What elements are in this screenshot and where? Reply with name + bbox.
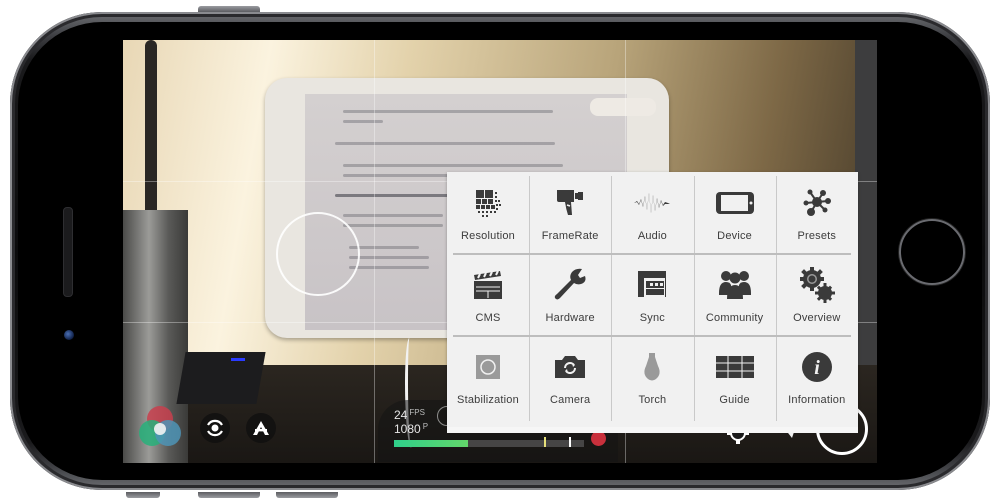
menu-tile-information[interactable]: i Information bbox=[776, 336, 858, 418]
menu-divider bbox=[775, 176, 777, 421]
sync-icon bbox=[611, 260, 693, 310]
menu-tile-camera[interactable]: Camera bbox=[529, 336, 611, 418]
menu-tile-cms[interactable]: CMS bbox=[447, 254, 529, 336]
gears-icon bbox=[776, 260, 858, 310]
frame-rate-unit: FPS bbox=[409, 408, 425, 417]
menu-divider bbox=[529, 176, 531, 421]
audio-peak-marker bbox=[544, 437, 546, 447]
frame-rate-readout: 24 FPS bbox=[394, 408, 425, 422]
earpiece-speaker bbox=[63, 207, 73, 297]
menu-tile-label: CMS bbox=[475, 312, 501, 324]
resolution-readout: 1080 P bbox=[394, 422, 428, 436]
auto-a-icon bbox=[253, 421, 269, 435]
menu-tile-label: Community bbox=[705, 312, 764, 324]
waveform-icon bbox=[611, 178, 693, 228]
menu-tile-label: FrameRate bbox=[541, 230, 599, 242]
device-icon bbox=[694, 178, 776, 228]
menu-tile-presets[interactable]: Presets bbox=[776, 172, 858, 254]
menu-tile-label: Torch bbox=[638, 394, 667, 406]
auto-mode-button[interactable] bbox=[246, 413, 276, 443]
menu-tile-guide[interactable]: Guide bbox=[694, 336, 776, 418]
movie-camera-icon bbox=[529, 178, 611, 228]
focus-reticle[interactable] bbox=[276, 212, 360, 296]
community-icon bbox=[694, 260, 776, 310]
menu-tile-label: Resolution bbox=[461, 230, 515, 242]
settings-menu: Resolution FrameRate Audio Device Presets … bbox=[447, 172, 858, 427]
menu-tile-label: Audio bbox=[637, 230, 667, 242]
menu-divider bbox=[453, 253, 851, 255]
background-ipad-clamp bbox=[590, 98, 656, 116]
resolution-icon bbox=[447, 178, 529, 228]
menu-divider bbox=[693, 176, 695, 421]
menu-tile-sync[interactable]: Sync bbox=[611, 254, 693, 336]
menu-tile-label: Presets bbox=[797, 230, 837, 242]
guide-grid-icon bbox=[694, 342, 776, 392]
menu-tile-stabilization[interactable]: Stabilization bbox=[447, 336, 529, 418]
camera-switch-icon bbox=[529, 342, 611, 392]
menu-tile-overview[interactable]: Overview bbox=[776, 254, 858, 336]
resolution-value: 1080 bbox=[394, 422, 421, 436]
menu-tile-community[interactable]: Community bbox=[694, 254, 776, 336]
mute-switch bbox=[126, 492, 160, 498]
camera-viewfinder[interactable]: 24 FPS 1080 P Resolution FrameRate Audio… bbox=[123, 40, 877, 463]
menu-tile-label: Camera bbox=[550, 394, 591, 406]
info-icon: i bbox=[776, 342, 858, 392]
presets-molecule-icon bbox=[776, 178, 858, 228]
menu-tile-resolution[interactable]: Resolution bbox=[447, 172, 529, 254]
color-wheel-icon[interactable] bbox=[136, 403, 184, 451]
clapperboard-icon bbox=[447, 260, 529, 310]
background-router bbox=[176, 352, 266, 404]
volume-down-button bbox=[276, 492, 338, 498]
menu-divider bbox=[611, 176, 613, 421]
background-led bbox=[231, 358, 245, 361]
guide-line-vertical bbox=[374, 40, 375, 463]
torch-bulb-icon bbox=[611, 342, 693, 392]
menu-tile-hardware[interactable]: Hardware bbox=[529, 254, 611, 336]
power-button bbox=[198, 6, 260, 12]
menu-tile-torch[interactable]: Torch bbox=[611, 336, 693, 418]
record-indicator bbox=[591, 431, 606, 446]
focus-reticle-icon bbox=[207, 419, 223, 437]
menu-tile-label: Information bbox=[788, 394, 846, 406]
menu-divider bbox=[453, 335, 851, 337]
wrench-icon bbox=[529, 260, 611, 310]
menu-tile-label: Device bbox=[717, 230, 752, 242]
settings-menu-footer bbox=[447, 427, 858, 433]
home-button[interactable] bbox=[899, 219, 965, 285]
menu-tile-label: Hardware bbox=[545, 312, 595, 324]
menu-tile-audio[interactable]: Audio bbox=[611, 172, 693, 254]
stabilization-icon bbox=[447, 342, 529, 392]
menu-tile-label: Stabilization bbox=[457, 394, 519, 406]
svg-text:i: i bbox=[814, 357, 820, 379]
menu-tile-device[interactable]: Device bbox=[694, 172, 776, 254]
menu-tile-label: Overview bbox=[793, 312, 841, 324]
menu-tile-framerate[interactable]: FrameRate bbox=[529, 172, 611, 254]
menu-tile-label: Guide bbox=[719, 394, 750, 406]
volume-up-button bbox=[198, 492, 260, 498]
audio-level-fill bbox=[394, 440, 469, 447]
menu-tile-label: Sync bbox=[639, 312, 666, 324]
frame-rate-value: 24 bbox=[394, 408, 408, 422]
audio-clip-marker bbox=[569, 437, 571, 447]
resolution-unit: P bbox=[422, 422, 429, 431]
front-camera bbox=[64, 330, 74, 340]
focus-exposure-button[interactable] bbox=[200, 413, 230, 443]
